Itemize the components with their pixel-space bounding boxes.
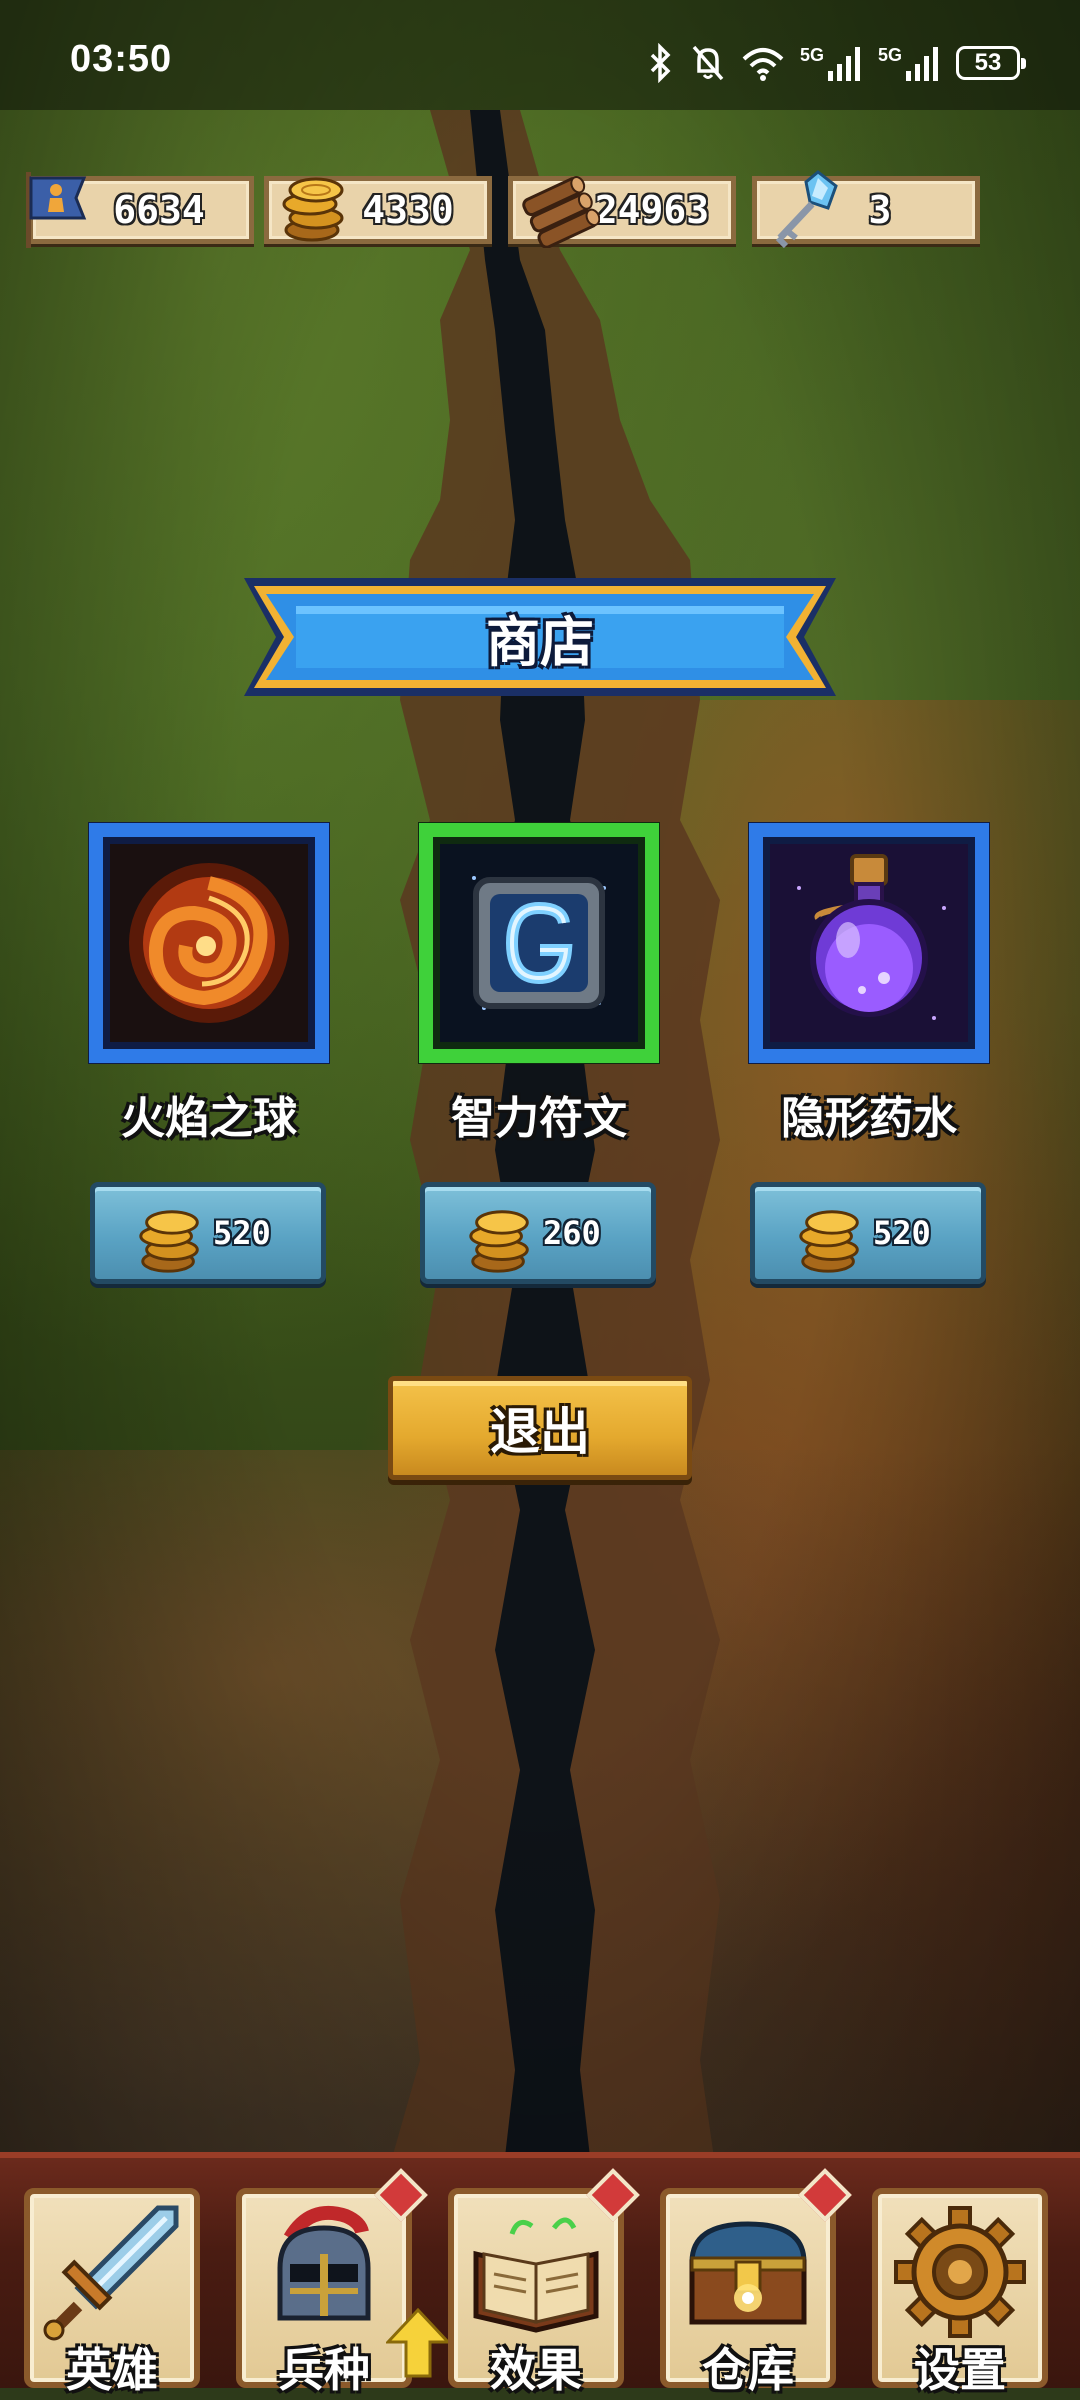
battery-indicator: 53 bbox=[956, 46, 1026, 80]
item-name: 隐形药水 bbox=[781, 1093, 957, 1144]
nav-label: 仓库 bbox=[702, 2343, 794, 2397]
resource-value: 3 bbox=[868, 188, 892, 232]
intellect-rune-icon bbox=[418, 822, 660, 1064]
price-value: 260 bbox=[543, 1214, 601, 1252]
buy-button-fireball[interactable]: 520 bbox=[90, 1182, 326, 1284]
item-name: 火焰之球 bbox=[121, 1093, 297, 1144]
gold-coins-icon bbox=[139, 1210, 199, 1273]
wood-logs-icon bbox=[522, 176, 600, 248]
battery-level: 53 bbox=[974, 49, 1002, 76]
bluetooth-icon bbox=[650, 43, 671, 83]
invisibility-potion-icon bbox=[748, 822, 990, 1064]
nav-heroes-button[interactable]: 英雄 bbox=[24, 2188, 200, 2397]
gold-coins-icon bbox=[282, 177, 344, 242]
shop-item-fireball[interactable]: 火焰之球 520 bbox=[84, 818, 334, 1284]
item-frame[interactable] bbox=[414, 818, 664, 1068]
resource-value: 24963 bbox=[594, 188, 710, 232]
resource-value: 6634 bbox=[113, 188, 205, 232]
exit-button[interactable]: 退出 bbox=[388, 1376, 692, 1480]
shop-item-invisibility-potion[interactable]: 隐形药水 520 bbox=[744, 818, 994, 1284]
shop-item-intellect-rune[interactable]: 智力符文 260 bbox=[414, 818, 664, 1284]
resource-value: 4330 bbox=[362, 188, 454, 232]
gold-coins-icon bbox=[469, 1210, 529, 1273]
shop-title: 商店 bbox=[486, 610, 594, 674]
price-value: 520 bbox=[213, 1214, 271, 1252]
spellbook-icon bbox=[473, 2217, 599, 2333]
network-type-label: 5G bbox=[877, 45, 902, 65]
crystal-key-icon bbox=[775, 170, 838, 248]
nav-troops-button[interactable]: 兵种 bbox=[236, 2168, 450, 2397]
price-value: 520 bbox=[873, 1214, 931, 1252]
gold-coins-icon bbox=[799, 1210, 859, 1273]
signal-bars-icon bbox=[906, 47, 938, 81]
status-bar: 03:50 5G 5G 53 bbox=[0, 0, 1080, 110]
knight-helmet-icon bbox=[277, 2205, 371, 2321]
bottom-nav: 英雄 兵种 效果 仓库 设置 bbox=[0, 2152, 1080, 2397]
nav-warehouse-button[interactable]: 仓库 bbox=[660, 2168, 852, 2397]
nav-label: 设置 bbox=[914, 2343, 1006, 2397]
clock: 03:50 bbox=[70, 38, 173, 80]
nav-settings-button[interactable]: 设置 bbox=[872, 2188, 1048, 2397]
treasure-chest-icon bbox=[689, 2221, 807, 2325]
nav-label: 英雄 bbox=[66, 2343, 158, 2397]
buy-button-invisibility-potion[interactable]: 520 bbox=[750, 1182, 986, 1284]
item-frame[interactable] bbox=[744, 818, 994, 1068]
fireball-icon bbox=[88, 822, 330, 1064]
sword-icon bbox=[43, 2205, 179, 2341]
wifi-icon bbox=[742, 48, 784, 81]
shop-title-banner: 商店 bbox=[244, 578, 836, 696]
cell-signal-1: 5G bbox=[800, 45, 864, 81]
item-name: 智力符文 bbox=[451, 1093, 627, 1144]
bell-muted-icon bbox=[692, 45, 724, 81]
gear-icon bbox=[894, 2206, 1026, 2338]
nav-label: 效果 bbox=[490, 2343, 582, 2397]
signal-bars-icon bbox=[827, 47, 860, 81]
network-type-label: 5G bbox=[799, 45, 824, 65]
cell-signal-2: 5G bbox=[878, 45, 942, 81]
buy-button-intellect-rune[interactable]: 260 bbox=[420, 1182, 656, 1284]
status-icons: 5G 5G 53 bbox=[646, 38, 1026, 88]
item-frame[interactable] bbox=[84, 818, 334, 1068]
nav-label: 兵种 bbox=[278, 2343, 370, 2397]
population-flag-icon bbox=[26, 172, 87, 248]
nav-effects-button[interactable]: 效果 bbox=[448, 2168, 640, 2397]
